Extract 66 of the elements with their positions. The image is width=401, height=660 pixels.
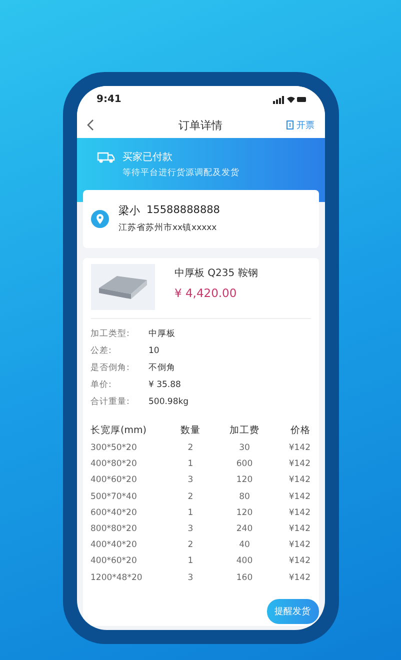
table-cell-text: ¥142 (288, 524, 310, 534)
spec-value: 不倒角 (148, 362, 176, 374)
recipient-address: 江苏省苏州市xx镇xxxxx (118, 222, 218, 234)
back-icon[interactable] (86, 119, 94, 131)
product-name: 中厚板 Q235 鞍钢 (174, 266, 258, 280)
table-cell-text: 1 (186, 508, 194, 518)
table-cell-text: 120 (235, 508, 254, 518)
status-time: 9:41 (96, 94, 122, 104)
status-icons (272, 94, 306, 104)
table-cell-text: 160 (235, 572, 254, 583)
table-cell-text: 40 (238, 540, 251, 550)
table-cell-text: 80 (238, 492, 251, 502)
spec-label: 公差: (90, 344, 112, 356)
column-header: 加工费 (228, 424, 260, 436)
table-cell-text: ¥142 (288, 540, 310, 550)
page-title: 订单详情 (178, 118, 222, 132)
document-icon (284, 120, 294, 130)
order-status-note: 等待平台进行货源调配及发货 (122, 167, 240, 179)
spec-label: 合计重量: (90, 396, 130, 408)
table-cell-text: 600*40*20 (90, 508, 138, 518)
table-cell-text: 400*40*20 (90, 540, 138, 550)
table-cell-text: 3 (186, 475, 194, 486)
table-cell-text: 1 (186, 556, 194, 566)
spec-value: 中厚板 (148, 328, 176, 340)
order-status: 买家已付款 (122, 150, 174, 164)
table-cell-text: 2 (186, 443, 194, 454)
table-cell-text: ¥142 (288, 556, 310, 566)
table-cell-text: 400*60*20 (90, 475, 138, 486)
table-cell-text: 400*60*20 (90, 556, 138, 566)
spec-label: 加工类型: (90, 328, 130, 340)
table-cell-text: ¥142 (288, 443, 310, 454)
table-cell-text: 1200*48*20 (90, 572, 144, 583)
table-cell-text: 400 (235, 556, 254, 566)
table-cell-text: 120 (235, 475, 254, 486)
location-pin-icon (90, 210, 108, 228)
column-header: 价格 (290, 424, 310, 436)
table-cell-text: 240 (235, 524, 254, 534)
table-cell-text: ¥142 (288, 572, 310, 583)
table-cell-text: ¥142 (288, 459, 310, 470)
product-price: ¥ 4,420.00 (174, 286, 238, 300)
spec-label: 是否倒角: (90, 362, 130, 374)
table-cell-text: ¥142 (288, 508, 310, 518)
table-cell-text: 300*50*20 (90, 443, 138, 454)
table-cell-text: 400*80*20 (90, 459, 138, 470)
recipient-phone: 15588888888 (146, 204, 220, 218)
table-cell-text: ¥142 (288, 492, 310, 502)
remind-ship-button[interactable]: 提醒发货 (266, 599, 318, 624)
spec-label: 单价: (90, 378, 112, 390)
table-cell-text: ¥142 (288, 475, 310, 486)
table-cell-text: 1 (186, 459, 194, 470)
table-cell-text: 500*70*40 (90, 492, 138, 502)
spec-value: 500.98kg (148, 396, 189, 406)
table-cell-text: 800*80*20 (90, 524, 138, 534)
column-header: 数量 (180, 424, 202, 436)
spec-value: ¥ 35.88 (148, 380, 181, 390)
table-cell-text: 3 (186, 572, 194, 583)
table-cell-text: 2 (186, 492, 194, 502)
truck-icon (96, 150, 114, 164)
table-cell-text: 30 (238, 443, 251, 454)
invoice-link[interactable]: 开票 (284, 118, 314, 132)
table-cell-text: 600 (235, 459, 254, 470)
recipient-name: 梁小 (118, 204, 140, 218)
table-cell-text: 3 (186, 524, 194, 534)
column-header: 长宽厚(mm) (90, 424, 148, 436)
table-cell-text: 2 (186, 540, 194, 550)
spec-value: 10 (148, 346, 160, 356)
